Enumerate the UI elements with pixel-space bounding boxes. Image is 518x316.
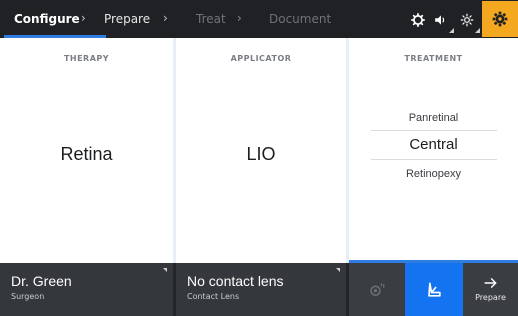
step-separator: › xyxy=(163,11,168,25)
brightness-dropdown-corner xyxy=(475,28,480,33)
next-step-label: Prepare xyxy=(475,293,506,302)
surgeon-name: Dr. Green xyxy=(11,273,72,289)
settings-button[interactable] xyxy=(482,1,518,37)
volume-icon[interactable] xyxy=(427,6,455,34)
treatment-option-retinopexy[interactable]: Retinopexy xyxy=(349,168,518,180)
applicator-panel[interactable]: APPLICATOR LIO xyxy=(176,38,346,263)
dropdown-corner-icon xyxy=(336,268,340,272)
step-separator: › xyxy=(81,11,86,25)
laser-emission-button[interactable] xyxy=(349,263,405,316)
treatment-option-central[interactable]: Central xyxy=(349,136,518,153)
contact-lens-selector[interactable]: No contact lens Contact Lens xyxy=(176,263,346,316)
arrow-right-icon xyxy=(483,278,496,288)
applicator-value: LIO xyxy=(246,144,276,164)
step-document[interactable]: Document xyxy=(269,0,331,38)
treatment-option-panretinal[interactable]: Panretinal xyxy=(349,112,518,124)
therapy-value: Retina xyxy=(60,144,113,164)
laser-emission-icon xyxy=(370,282,385,296)
workflow-nav-bar: Configure › Prepare › Treat › Document xyxy=(0,0,518,38)
option-divider xyxy=(371,130,497,131)
bottom-bar: Dr. Green Surgeon No contact lens Contac… xyxy=(0,263,518,316)
next-step-button[interactable]: Prepare xyxy=(463,263,518,316)
treatment-panel: TREATMENT Panretinal Central Retinopexy xyxy=(349,38,518,260)
option-divider xyxy=(371,159,497,160)
brightness-icon[interactable] xyxy=(453,6,481,34)
footswitch-icon xyxy=(428,282,441,297)
therapy-header: THERAPY xyxy=(63,54,110,63)
step-configure[interactable]: Configure xyxy=(14,0,80,38)
contact-lens-label: Contact Lens xyxy=(187,292,240,301)
surgeon-selector[interactable]: Dr. Green Surgeon xyxy=(0,263,173,316)
surgeon-label: Surgeon xyxy=(11,292,45,301)
therapy-panel[interactable]: THERAPY Retina xyxy=(0,38,173,263)
dropdown-corner-icon xyxy=(163,268,167,272)
applicator-header: APPLICATOR xyxy=(230,54,292,63)
contact-lens-value: No contact lens xyxy=(187,273,284,289)
step-treat[interactable]: Treat xyxy=(196,0,226,38)
treatment-header: TREATMENT xyxy=(404,54,463,63)
step-separator: › xyxy=(237,11,242,25)
step-prepare[interactable]: Prepare xyxy=(104,0,150,38)
footswitch-button[interactable] xyxy=(405,263,463,316)
settings-gear-icon xyxy=(492,11,508,27)
